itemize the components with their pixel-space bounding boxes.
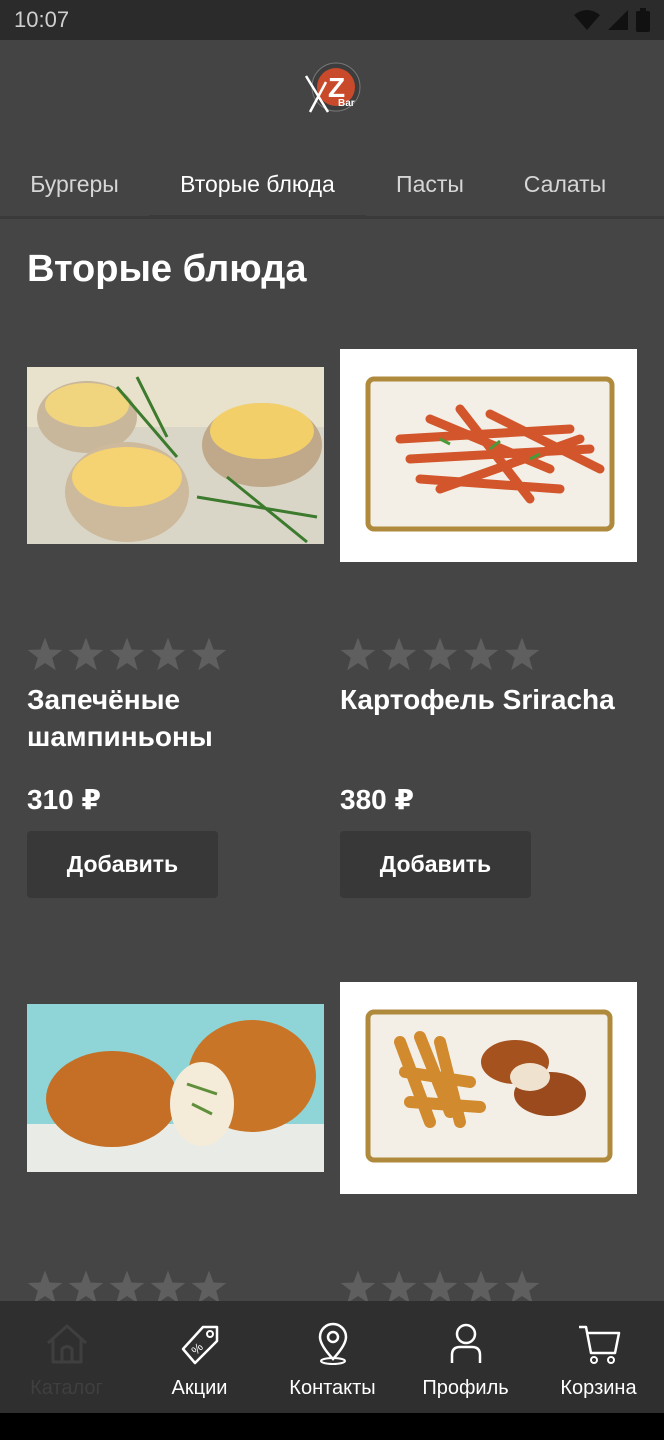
rating-stars[interactable] — [340, 636, 540, 672]
nav-item-contacts[interactable]: Контакты — [266, 1301, 399, 1413]
nav-label: Акции — [171, 1377, 228, 1399]
tag-icon: % — [181, 1325, 218, 1365]
star-icon — [504, 637, 540, 671]
tab-salads[interactable]: Салаты — [494, 150, 636, 218]
logo-icon: Z Bar — [304, 62, 361, 113]
header-divider — [0, 216, 664, 219]
tab-main-courses[interactable]: Вторые блюда — [149, 150, 366, 218]
nav-label: Корзина — [560, 1377, 637, 1399]
tab-label: Салаты — [523, 170, 607, 197]
star-icon — [109, 637, 145, 671]
star-icon — [340, 1270, 376, 1304]
nav-item-catalog[interactable]: Каталог — [0, 1301, 133, 1413]
tab-label: Бургеры — [30, 170, 119, 197]
system-gesture-bar — [0, 1413, 664, 1440]
star-icon — [422, 637, 458, 671]
product-price: 310 ₽ — [27, 784, 101, 815]
star-icon — [463, 637, 499, 671]
product-image[interactable] — [340, 982, 637, 1194]
star-icon — [150, 1270, 186, 1304]
star-icon — [68, 637, 104, 671]
star-icon — [68, 1270, 104, 1304]
category-tabs: Бургеры Вторые блюда Пасты Салаты — [0, 150, 664, 218]
star-icon — [109, 1270, 145, 1304]
star-icon — [381, 637, 417, 671]
bottom-nav: Каталог % Акции Контакты Профиль Корзина — [0, 1301, 664, 1413]
star-icon — [381, 1270, 417, 1304]
home-icon — [46, 1324, 87, 1364]
nav-item-cart[interactable]: Корзина — [532, 1301, 664, 1413]
tab-pasta[interactable]: Пасты — [366, 150, 494, 218]
battery-icon — [636, 8, 650, 32]
rating-stars[interactable] — [27, 1269, 227, 1305]
product-image[interactable] — [340, 349, 637, 562]
svg-text:Bar: Bar — [338, 98, 355, 109]
person-icon — [450, 1323, 481, 1363]
product-price: 380 ₽ — [340, 784, 414, 815]
star-icon — [191, 1270, 227, 1304]
status-time: 10:07 — [14, 7, 70, 32]
add-to-cart-button[interactable]: Добавить — [340, 831, 531, 898]
star-icon — [27, 1270, 63, 1304]
tab-burgers[interactable]: Бургеры — [0, 150, 149, 218]
page-title: Вторые блюда — [27, 248, 307, 290]
cart-icon — [578, 1325, 620, 1364]
star-icon — [340, 637, 376, 671]
nav-label: Контакты — [289, 1377, 376, 1399]
status-bar: 10:07 — [0, 0, 664, 40]
add-to-cart-button[interactable]: Добавить — [27, 831, 218, 898]
tab-label: Вторые блюда — [180, 170, 335, 197]
star-icon — [422, 1270, 458, 1304]
product-image[interactable] — [27, 1004, 324, 1172]
nav-label: Каталог — [30, 1377, 103, 1399]
status-icons — [574, 8, 650, 32]
nav-item-promotions[interactable]: % Акции — [133, 1301, 266, 1413]
nav-label: Профиль — [422, 1377, 509, 1399]
star-icon — [504, 1270, 540, 1304]
app-header: Z Bar Бургеры Вторые блюда Пасты Салаты — [0, 40, 664, 218]
product-name: Картофель Sriracha — [340, 684, 615, 715]
signal-icon — [608, 10, 628, 30]
tab-label: Пасты — [396, 170, 464, 197]
nav-item-profile[interactable]: Профиль — [399, 1301, 532, 1413]
location-pin-icon — [318, 1322, 347, 1365]
star-icon — [191, 637, 227, 671]
rating-stars[interactable] — [27, 636, 227, 672]
wifi-icon — [574, 10, 600, 30]
star-icon — [150, 637, 186, 671]
star-icon — [463, 1270, 499, 1304]
product-name: Запечёные шампиньоны — [27, 684, 213, 752]
product-image[interactable] — [27, 367, 324, 544]
star-icon — [27, 637, 63, 671]
rating-stars[interactable] — [340, 1269, 540, 1305]
